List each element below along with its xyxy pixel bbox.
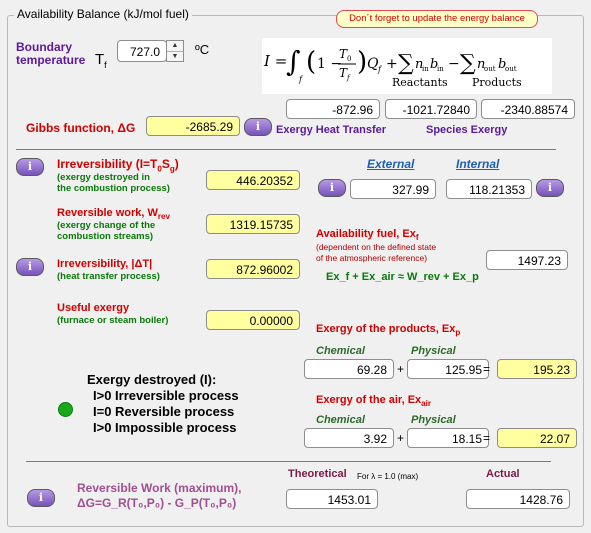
internal-irreversibility-value: 118.21353 <box>446 179 532 199</box>
irreversibility-title: Irreversibility (I=T0Sg) <box>57 157 179 174</box>
svg-text:f: f <box>346 74 351 82</box>
availability-fuel-value: 1497.23 <box>486 250 568 270</box>
air-exergy-total: 22.07 <box>497 428 577 448</box>
plus-operator: + <box>397 362 405 376</box>
temperature-unit: ºC <box>195 42 210 57</box>
actual-value: 1428.76 <box>466 489 570 509</box>
theoretical-value: 1453.01 <box>286 489 378 509</box>
products-label: Products <box>472 76 522 89</box>
air-physical-label: Physical <box>411 414 456 426</box>
divider-top <box>16 149 556 150</box>
products-physical-value: 125.95 <box>407 359 489 379</box>
air-chemical-label: Chemical <box>316 414 365 426</box>
svg-text:): ) <box>357 47 367 77</box>
species-exergy-label: Species Exergy <box>426 124 508 136</box>
products-chemical-label: Chemical <box>316 345 365 357</box>
theoretical-label: Theoretical <box>288 468 347 480</box>
useful-exergy-value: 0.00000 <box>206 310 300 330</box>
formula-lhs: I = <box>263 52 287 70</box>
useful-exergy-note: (furnace or steam boiler) <box>57 315 169 326</box>
external-irreversibility-value: 327.99 <box>350 179 436 199</box>
gibbs-function-value: -2685.29 <box>146 116 240 136</box>
actual-label: Actual <box>486 468 520 480</box>
svg-text:out: out <box>484 65 496 73</box>
group-title: Availability Balance (kJ/mol fuel) <box>14 7 192 21</box>
equals-operator: = <box>483 431 491 445</box>
svg-text:∑: ∑ <box>398 51 414 76</box>
equals-operator: = <box>483 362 491 376</box>
heat-irreversibility-value: 872.96002 <box>206 259 300 279</box>
exergy-destroyed-legend: Exergy destroyed (I): I>0 Irreversible p… <box>87 372 239 435</box>
products-exergy-value: -2340.88574 <box>481 99 575 119</box>
irreversibility-formula: I = ∫ f ( 1 − T 0 T f ) Q f + ∑ n in b i… <box>262 38 552 94</box>
air-physical-value: 18.15 <box>407 428 489 448</box>
spin-up-icon[interactable]: ▲ <box>167 41 183 52</box>
availability-fuel-note: (dependent on the defined state of the at… <box>316 242 437 263</box>
heat-irreversibility-note: (heat transfer process) <box>57 271 160 282</box>
plus-operator: + <box>397 431 405 445</box>
svg-text:in: in <box>437 65 444 73</box>
products-exergy-total: 195.23 <box>497 359 577 379</box>
reversible-work-value: 1319.15735 <box>206 214 300 234</box>
lambda-note: For λ = 1.0 (max) <box>357 472 419 481</box>
svg-text:−: − <box>448 56 460 72</box>
svg-text:0: 0 <box>347 55 351 63</box>
availability-fuel-title: Availability fuel, Exf <box>316 228 419 243</box>
reactants-label: Reactants <box>392 76 448 89</box>
internal-info-button[interactable]: i <box>536 179 564 197</box>
irreversibility-note: (exergy destroyed in the combustion proce… <box>57 172 170 194</box>
exergy-heat-transfer-label: Exergy Heat Transfer <box>276 124 387 136</box>
irreversibility-info-button[interactable]: i <box>16 158 44 176</box>
energy-balance-warning: Don´t forget to update the energy balanc… <box>336 10 538 28</box>
reversible-work-max: Reversible Work (maximum), ΔG=G_R(T₀,P₀)… <box>77 481 242 510</box>
svg-text:+: + <box>386 56 398 72</box>
air-chemical-value: 3.92 <box>304 428 394 448</box>
external-info-button[interactable]: i <box>318 179 346 197</box>
tf-symbol: Tf <box>95 51 107 70</box>
svg-text:in: in <box>422 65 429 73</box>
svg-text:f: f <box>377 65 383 74</box>
temperature-spinner[interactable]: ▲ ▼ <box>166 40 184 62</box>
svg-text:out: out <box>505 65 517 73</box>
reactants-exergy-value: -1021.72840 <box>385 99 477 119</box>
svg-text:f: f <box>298 75 304 84</box>
boundary-temperature-input[interactable]: 727.0 <box>117 40 167 62</box>
process-status-indicator <box>58 402 73 417</box>
svg-text:(: ( <box>306 47 316 77</box>
gibbs-function-label: Gibbs function, ΔG <box>26 121 136 135</box>
useful-exergy-title: Useful exergy <box>57 302 130 314</box>
products-chemical-value: 69.28 <box>304 359 394 379</box>
exergy-heat-transfer-value: -872.96 <box>286 99 380 119</box>
external-label: External <box>367 157 415 171</box>
divider-bottom <box>26 461 551 462</box>
irreversibility-value: 446.20352 <box>206 170 300 190</box>
spin-down-icon[interactable]: ▼ <box>167 52 183 62</box>
reversible-max-info-button[interactable]: i <box>27 489 55 507</box>
products-physical-label: Physical <box>411 345 456 357</box>
products-exergy-title: Exergy of the products, Exp <box>316 323 461 338</box>
svg-text:∫: ∫ <box>286 45 301 78</box>
heat-irreversibility-info-button[interactable]: i <box>16 258 44 276</box>
air-exergy-title: Exergy of the air, Exair <box>316 394 431 409</box>
internal-label: Internal <box>456 157 500 171</box>
gibbs-info-button[interactable]: i <box>244 118 272 136</box>
boundary-temperature-label: Boundary temperature <box>16 40 86 67</box>
svg-text:∑: ∑ <box>460 51 476 76</box>
reversible-work-note: (exergy change of the combustion streams) <box>57 220 156 242</box>
availability-equation: Ex_f + Ex_air ≈ W_rev + Ex_p <box>326 271 479 283</box>
heat-irreversibility-title: Irreversibility, |ΔT| <box>57 258 153 270</box>
